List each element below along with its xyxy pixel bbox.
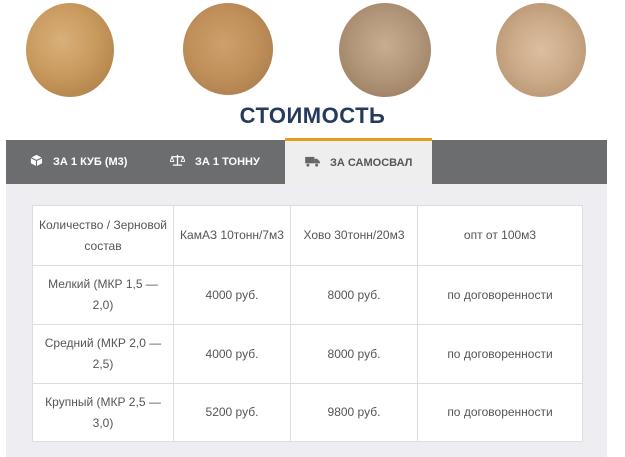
truck-icon — [305, 156, 320, 170]
sand-samples — [0, 0, 625, 100]
table-cell: по договоренности — [417, 383, 583, 442]
table-cell: по договоренности — [417, 324, 583, 384]
table-cell: Мелкий (МКР 1,5 — 2,0) — [32, 265, 174, 325]
price-table: Количество / Зерновой состав КамАЗ 10тон… — [32, 205, 583, 442]
price-tabs: ЗА 1 КУБ (М3) ЗА 1 ТОННУ ЗА САМОСВАЛ — [6, 138, 607, 184]
scale-icon — [169, 154, 186, 170]
table-cell: Крупный (МКР 2,5 — 3,0) — [32, 383, 174, 442]
table-cell: 4000 руб. — [173, 324, 291, 384]
page-title: СТОИМОСТЬ — [239, 103, 386, 128]
table-cell: 5200 руб. — [173, 383, 291, 442]
tab-label: ЗА 1 ТОННУ — [195, 156, 260, 168]
tab-per-truck[interactable]: ЗА САМОСВАЛ — [285, 138, 432, 184]
cube-icon — [30, 154, 43, 170]
table-cell: Средний (МКР 2,0 — 2,5) — [32, 324, 174, 384]
table-header-cell: Хово 30тонн/20м3 — [290, 205, 418, 266]
table-cell: 4000 руб. — [173, 265, 291, 325]
tab-label: ЗА САМОСВАЛ — [330, 156, 413, 169]
table-row: Средний (МКР 2,0 — 2,5) 4000 руб. 8000 р… — [32, 324, 583, 384]
table-header-cell: опт от 100м3 — [417, 205, 583, 266]
sand-sample-image — [183, 3, 273, 95]
table-cell: 9800 руб. — [290, 383, 418, 442]
table-row: Мелкий (МКР 1,5 — 2,0) 4000 руб. 8000 ру… — [32, 265, 583, 325]
table-header-row: Количество / Зерновой состав КамАЗ 10тон… — [32, 205, 583, 266]
tab-per-ton[interactable]: ЗА 1 ТОННУ — [169, 140, 260, 184]
sand-sample-image — [26, 3, 114, 97]
tab-label: ЗА 1 КУБ (М3) — [53, 156, 128, 168]
table-cell: по договоренности — [417, 265, 583, 325]
tab-per-cube[interactable]: ЗА 1 КУБ (М3) — [30, 140, 127, 184]
table-row: Крупный (МКР 2,5 — 3,0) 5200 руб. 9800 р… — [32, 383, 583, 442]
sand-sample-image — [496, 3, 586, 97]
table-header-cell: КамАЗ 10тонн/7м3 — [173, 205, 291, 266]
table-header-cell: Количество / Зерновой состав — [32, 205, 174, 266]
table-cell: 8000 руб. — [290, 324, 418, 384]
table-cell: 8000 руб. — [290, 265, 418, 325]
sand-sample-image — [339, 3, 431, 97]
